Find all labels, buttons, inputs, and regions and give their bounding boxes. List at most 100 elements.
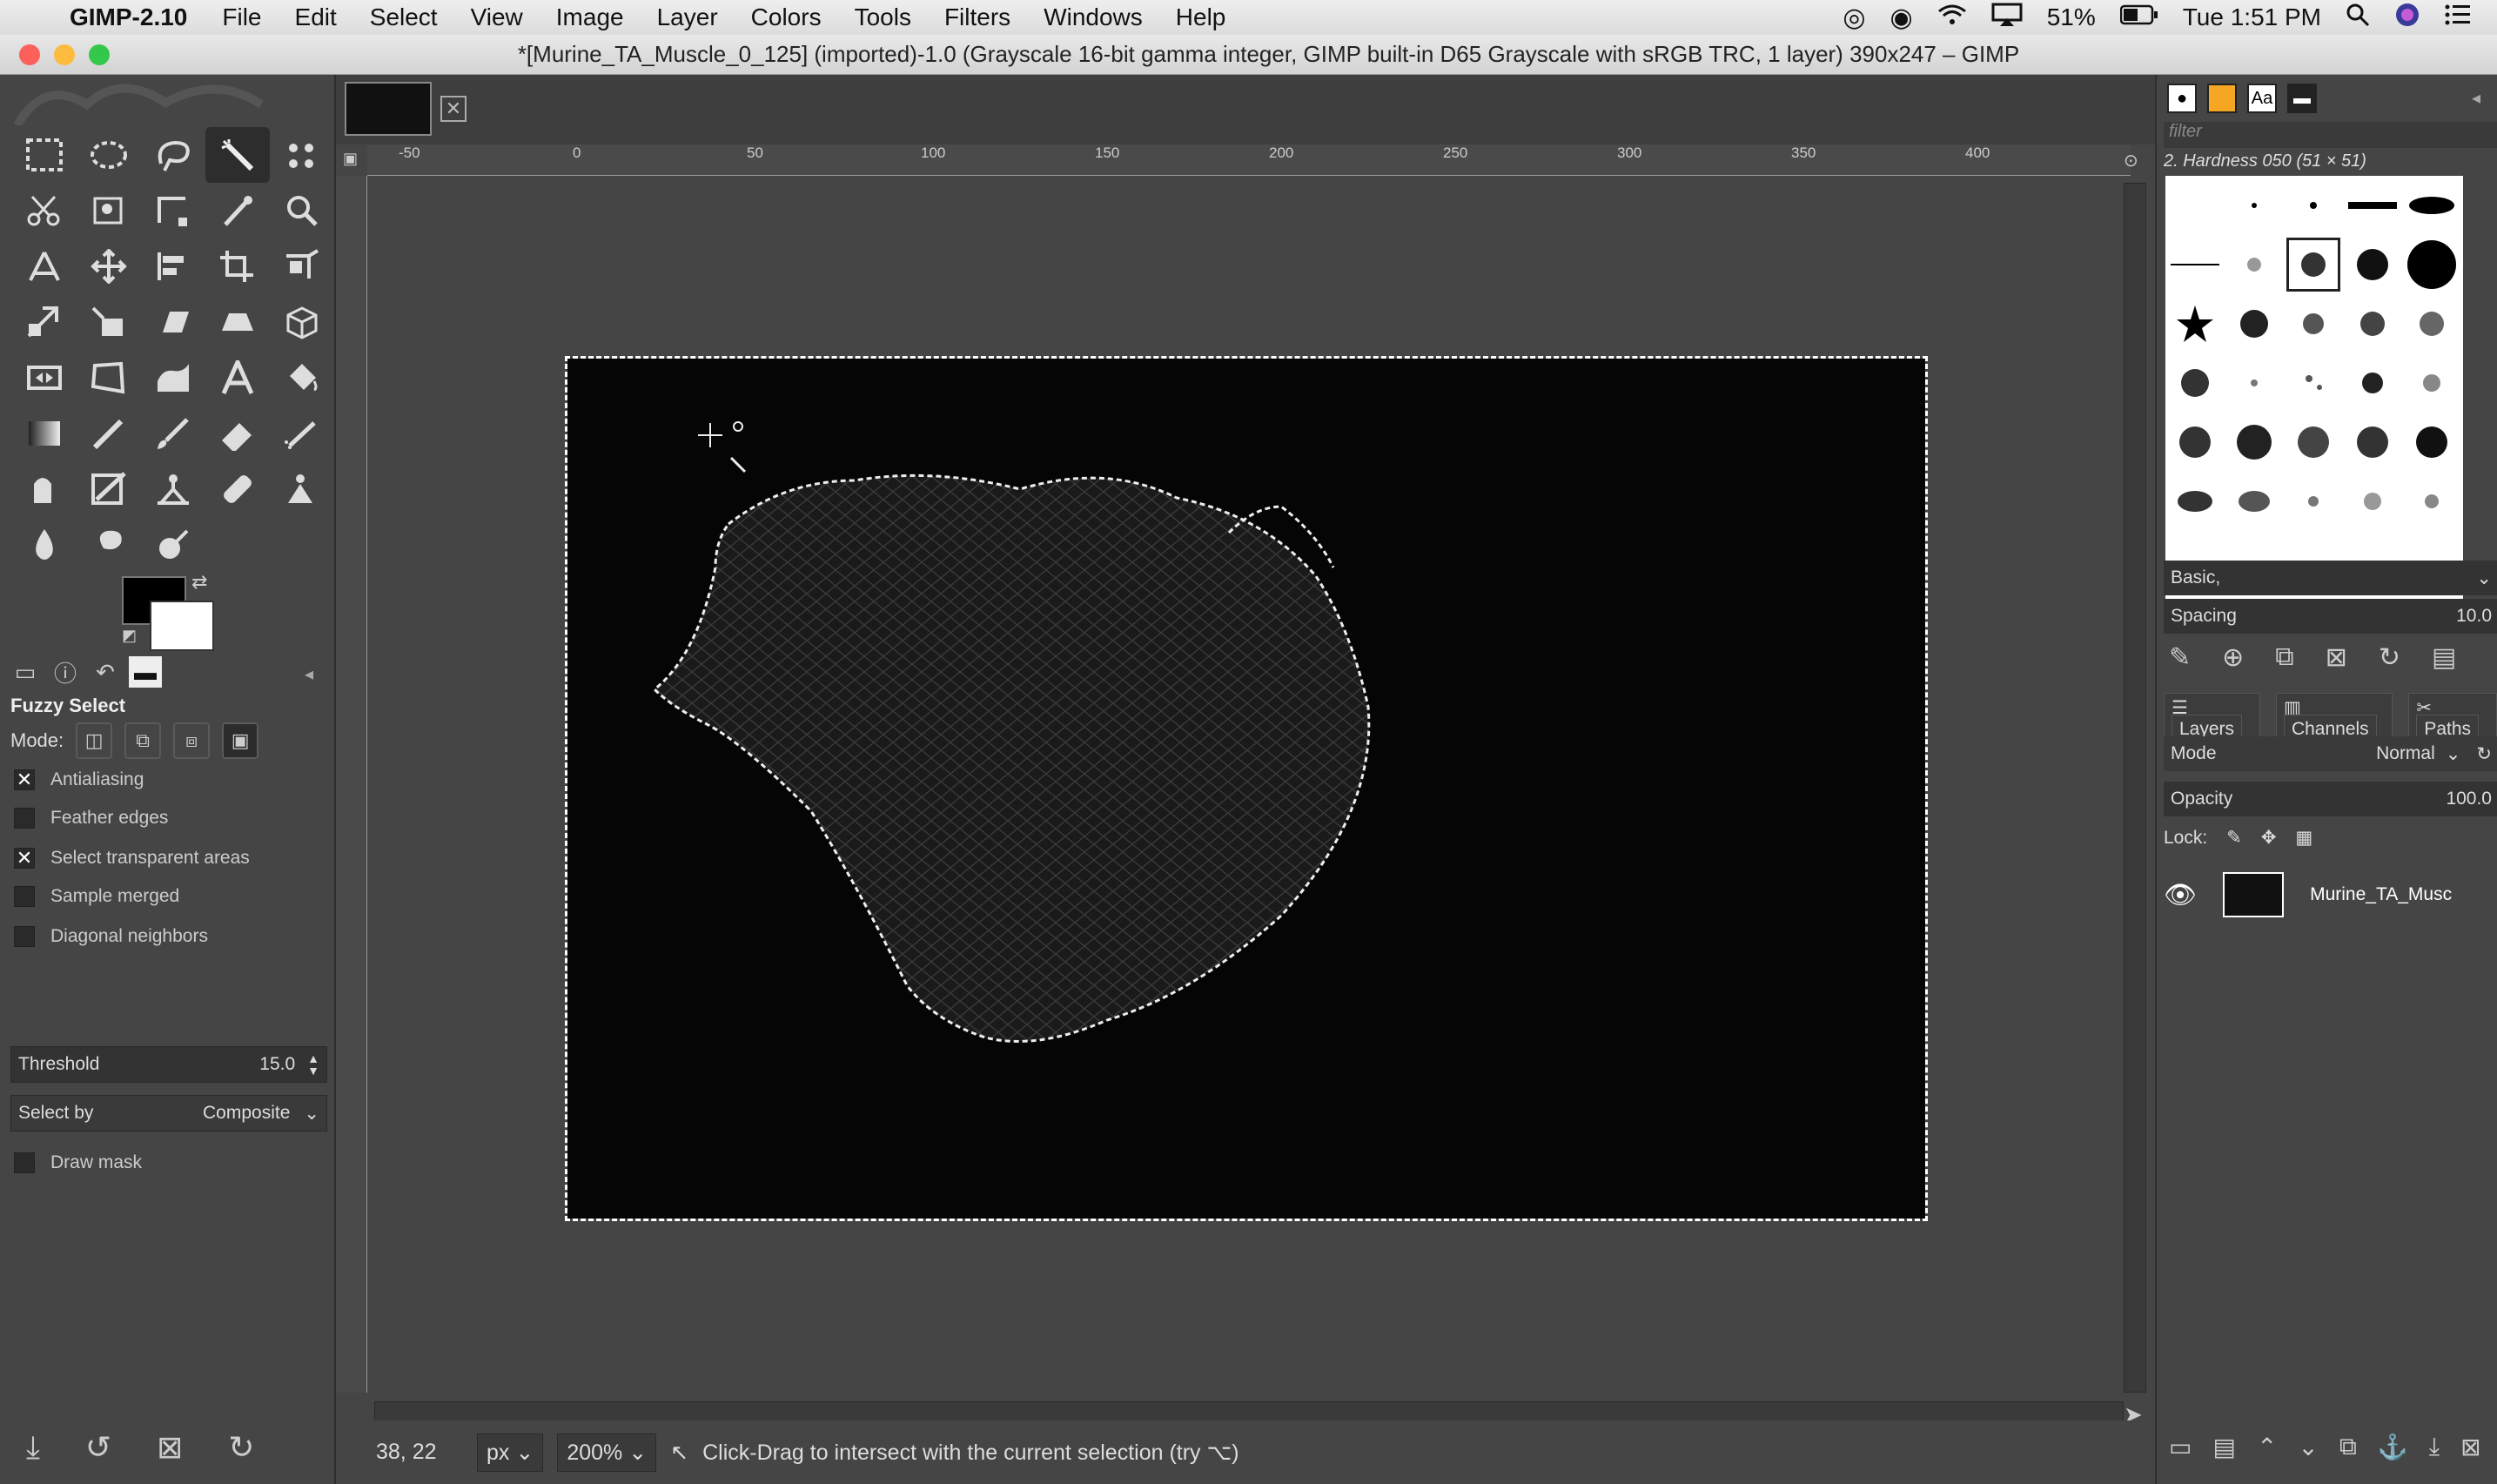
brush-item[interactable] [2225, 472, 2284, 531]
reset-options-icon[interactable]: ↻ [228, 1429, 254, 1467]
ellipse-select-icon[interactable] [77, 127, 141, 183]
zoom-window-button[interactable] [89, 44, 110, 65]
scale-icon[interactable] [77, 294, 141, 350]
select-by-dropdown[interactable]: Select by Composite ⌄ [10, 1095, 327, 1131]
tool-options-tab-icon[interactable]: ▭ [9, 656, 42, 688]
brush-item[interactable] [2402, 472, 2461, 531]
brush-item[interactable] [2402, 294, 2461, 353]
opacity-value[interactable]: 100.0 [2446, 789, 2492, 809]
paths-icon[interactable] [141, 183, 205, 238]
lock-position-icon[interactable]: ✥ [2261, 827, 2277, 849]
mode-subtract-button[interactable]: ⧈ [173, 722, 211, 759]
menu-layer[interactable]: Layer [657, 3, 718, 31]
raise-layer-icon[interactable]: ⌃ [2257, 1433, 2277, 1461]
brush-filter-input[interactable]: filter [2164, 122, 2497, 148]
spotlight-search-icon[interactable] [2346, 3, 2370, 33]
shear-icon[interactable] [141, 294, 205, 350]
layer-mode-switch-icon[interactable]: ↻ [2476, 743, 2492, 765]
layer-row[interactable]: 👁 Murine_TA_Musc [2164, 867, 2497, 923]
menu-filters[interactable]: Filters [944, 3, 1010, 31]
fonts-tab-icon[interactable]: Aa [2247, 84, 2277, 113]
zoom-dropdown[interactable]: 200% ⌄ [557, 1433, 657, 1472]
images-tab-icon[interactable]: ▬ [129, 656, 162, 688]
close-image-tab-icon[interactable]: ✕ [440, 96, 467, 122]
duplicate-layer-icon[interactable]: ⧉ [2339, 1433, 2357, 1461]
creative-cloud-icon[interactable]: ◎ [1843, 3, 1865, 33]
text-icon[interactable] [205, 350, 270, 406]
menu-help[interactable]: Help [1176, 3, 1226, 31]
pencil-icon[interactable] [77, 406, 141, 461]
menu-image[interactable]: Image [556, 3, 624, 31]
brush-item[interactable] [2284, 294, 2343, 353]
mode-replace-button[interactable]: ◫ [76, 722, 113, 759]
zoom-follow-icon[interactable]: ⊙ [2124, 150, 2138, 171]
fuzzy-select-icon[interactable] [205, 127, 270, 183]
clock[interactable]: Tue 1:51 PM [2183, 3, 2321, 31]
cage-transform-icon[interactable] [77, 350, 141, 406]
spacing-slider[interactable]: Spacing 10.0 [2164, 599, 2497, 634]
horizontal-ruler[interactable]: -50 0 50 100 150 200 250 300 350 400 [367, 144, 2131, 176]
ink-icon[interactable] [12, 461, 77, 517]
brush-item[interactable] [2284, 353, 2343, 413]
feather-edges-option[interactable]: Feather edges [14, 808, 168, 829]
sample-merged-option[interactable]: Sample merged [14, 886, 179, 907]
chevron-down-icon[interactable]: ⌄ [2446, 743, 2461, 765]
threshold-slider[interactable]: Threshold 15.0 ▲ ▼ [10, 1046, 327, 1083]
wifi-icon[interactable] [1937, 3, 1967, 33]
swap-colors-icon[interactable]: ⇄ [191, 571, 207, 594]
menu-colors[interactable]: Colors [751, 3, 822, 31]
brush-item[interactable] [2343, 413, 2402, 472]
perspective-clone-icon[interactable] [270, 461, 334, 517]
lower-layer-icon[interactable]: ⌄ [2298, 1433, 2318, 1461]
delete-options-icon[interactable]: ⊠ [157, 1429, 183, 1467]
measure-icon[interactable] [12, 238, 77, 294]
eraser-icon[interactable] [205, 406, 270, 461]
color-picker-icon[interactable] [205, 183, 270, 238]
notification-center-icon[interactable] [2445, 3, 2471, 32]
brush-item[interactable] [2165, 413, 2225, 472]
brush-item[interactable] [2402, 413, 2461, 472]
lasso-select-icon[interactable] [141, 127, 205, 183]
brush-item[interactable] [2343, 235, 2402, 294]
rect-select-icon[interactable] [12, 127, 77, 183]
heal-icon[interactable] [205, 461, 270, 517]
airbrush-icon[interactable] [270, 406, 334, 461]
sample-merged-checkbox[interactable] [14, 886, 35, 907]
select-transparent-checkbox[interactable]: ✕ [14, 848, 35, 869]
menu-tools[interactable]: Tools [855, 3, 911, 31]
draw-mask-option[interactable]: Draw mask [14, 1152, 142, 1173]
image-content[interactable] [565, 356, 1928, 1221]
app-menu[interactable]: GIMP-2.10 [70, 3, 187, 31]
draw-mask-checkbox[interactable] [14, 1152, 35, 1173]
brush-item[interactable] [2165, 235, 2225, 294]
brush-item[interactable] [2225, 176, 2284, 235]
diagonal-neighbors-checkbox[interactable] [14, 926, 35, 947]
quick-mask-toggle-icon[interactable]: ▣ [343, 150, 358, 168]
minimize-window-button[interactable] [54, 44, 75, 65]
background-color-swatch[interactable] [150, 601, 214, 651]
anchor-layer-icon[interactable]: ⚓ [2378, 1433, 2408, 1461]
mypaint-brush-icon[interactable] [77, 461, 141, 517]
brush-preset-dropdown[interactable]: Basic, ⌄ [2164, 561, 2497, 595]
brush-item[interactable] [2402, 353, 2461, 413]
sync-icon[interactable]: ◉ [1890, 3, 1913, 33]
panel-menu-icon[interactable]: ◂ [305, 663, 313, 685]
brush-item[interactable] [2284, 176, 2343, 235]
brush-item-selected[interactable] [2284, 235, 2343, 294]
layer-mode-dropdown[interactable]: Normal [2376, 743, 2435, 764]
brush-item[interactable] [2402, 235, 2461, 294]
image-tab-thumbnail[interactable] [345, 82, 432, 136]
foreground-select-icon[interactable] [77, 183, 141, 238]
open-brush-as-image-icon[interactable]: ▤ [2432, 642, 2456, 673]
move-icon[interactable] [77, 238, 141, 294]
menu-windows[interactable]: Windows [1044, 3, 1143, 31]
vertical-scrollbar[interactable] [2124, 183, 2146, 1393]
brush-item[interactable] [2284, 472, 2343, 531]
antialiasing-option[interactable]: ✕ Antialiasing [14, 769, 144, 790]
crop-icon[interactable] [205, 238, 270, 294]
image-canvas[interactable] [367, 176, 2122, 1393]
flip-icon[interactable] [205, 294, 270, 350]
clone-icon[interactable] [141, 461, 205, 517]
gradient-icon[interactable] [12, 406, 77, 461]
device-status-tab-icon[interactable]: ⓘ [49, 656, 82, 688]
